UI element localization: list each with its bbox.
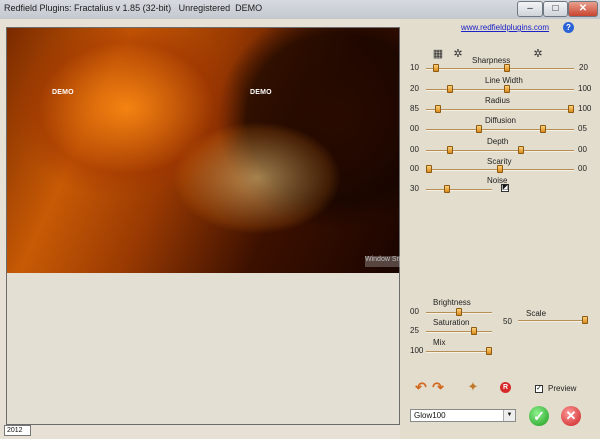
depth-max: 00 (578, 145, 587, 154)
maximize-button[interactable]: □ (543, 1, 568, 17)
mix-slider[interactable] (426, 351, 492, 353)
radius-slider[interactable] (426, 109, 574, 111)
scarity-thumb-max[interactable] (497, 165, 503, 173)
line-width-min: 20 (410, 84, 419, 93)
status-value: 2012 (4, 425, 31, 436)
gear-icon[interactable]: ✲ (532, 48, 544, 60)
noise-slider[interactable] (426, 189, 492, 191)
saturation-label: Saturation (433, 318, 470, 327)
radius-max: 100 (578, 104, 592, 113)
demo-watermark: DEMO (250, 89, 272, 96)
scale-min: 50 (503, 317, 512, 326)
diffusion-thumb-max[interactable] (539, 125, 546, 133)
line-width-label: Line Width (485, 76, 523, 85)
scale-label: Scale (526, 309, 547, 318)
line-width-thumb-max[interactable] (504, 85, 511, 93)
diffusion-label: Diffusion (485, 116, 516, 125)
depth-thumb-min[interactable] (447, 146, 454, 154)
close-button[interactable]: ✕ (568, 1, 598, 17)
diffusion-thumb-min[interactable] (475, 125, 482, 133)
mix-label: Mix (433, 338, 446, 347)
saturation-slider[interactable] (426, 331, 492, 333)
scale-thumb[interactable] (582, 316, 588, 324)
line-width-max: 100 (578, 84, 592, 93)
noise-min: 30 (410, 184, 419, 193)
noise-thumb[interactable] (444, 185, 450, 193)
help-icon[interactable]: ? (563, 22, 574, 33)
cancel-button[interactable]: ✕ (561, 406, 581, 426)
radius-thumb-min[interactable] (434, 105, 441, 113)
preset-select[interactable]: Glow100 ▼ (410, 409, 516, 422)
title-bar: Redfield Plugins: Fractalius v 1.85 (32-… (0, 0, 600, 20)
sharpness-thumb-min[interactable] (433, 64, 440, 72)
website-link[interactable]: www.redfieldplugins.com (461, 23, 549, 32)
ok-button[interactable]: ✓ (529, 406, 549, 426)
window-title: Redfield Plugins: Fractalius v 1.85 (32-… (4, 3, 263, 13)
sharpness-min: 10 (410, 63, 419, 72)
depth-label: Depth (487, 137, 509, 146)
brightness-min: 00 (410, 307, 419, 316)
diffusion-max: 05 (578, 124, 587, 133)
scale-slider[interactable] (518, 320, 588, 322)
undo-icon[interactable]: ↶ (413, 380, 429, 394)
radius-label: Radius (485, 96, 510, 105)
preview-label: Preview (548, 384, 577, 393)
sharpness-thumb-max[interactable] (504, 64, 511, 72)
redo-icon[interactable]: ↷ (430, 380, 446, 394)
brightness-thumb[interactable] (456, 308, 462, 316)
brightness-label: Brightness (433, 298, 471, 307)
sharpness-max: 20 (579, 63, 588, 72)
minimize-button[interactable]: – (517, 1, 543, 17)
grid-icon[interactable]: ▦ (432, 48, 444, 60)
depth-thumb-max[interactable] (518, 146, 525, 154)
noise-checkbox[interactable]: ◩ (501, 184, 509, 192)
preview-image[interactable]: DEMO DEMO (7, 28, 399, 273)
diffusion-slider[interactable] (426, 129, 574, 131)
radius-thumb-max[interactable] (568, 105, 574, 113)
preset-select-value: Glow100 (414, 411, 446, 420)
sharpness-slider[interactable] (426, 68, 574, 70)
reset-icon[interactable]: R (500, 382, 511, 393)
line-width-thumb-min[interactable] (447, 85, 454, 93)
gear-icon[interactable]: ✲ (452, 48, 464, 60)
depth-min: 00 (410, 145, 419, 154)
demo-watermark: DEMO (52, 89, 74, 96)
scarity-thumb-min[interactable] (426, 165, 432, 173)
diffusion-min: 00 (410, 124, 419, 133)
randomize-icon[interactable]: ✦ (466, 380, 480, 393)
scarity-min: 00 (410, 164, 419, 173)
radius-min: 85 (410, 104, 419, 113)
scarity-max: 00 (578, 164, 587, 173)
saturation-thumb[interactable] (471, 327, 477, 335)
mix-min: 100 (410, 346, 424, 355)
preview-canvas[interactable]: DEMO DEMO (6, 27, 400, 425)
saturation-min: 25 (410, 326, 419, 335)
preview-checkbox[interactable]: ✓ (535, 385, 543, 393)
chevron-down-icon[interactable]: ▼ (503, 410, 515, 421)
mix-thumb[interactable] (486, 347, 492, 355)
